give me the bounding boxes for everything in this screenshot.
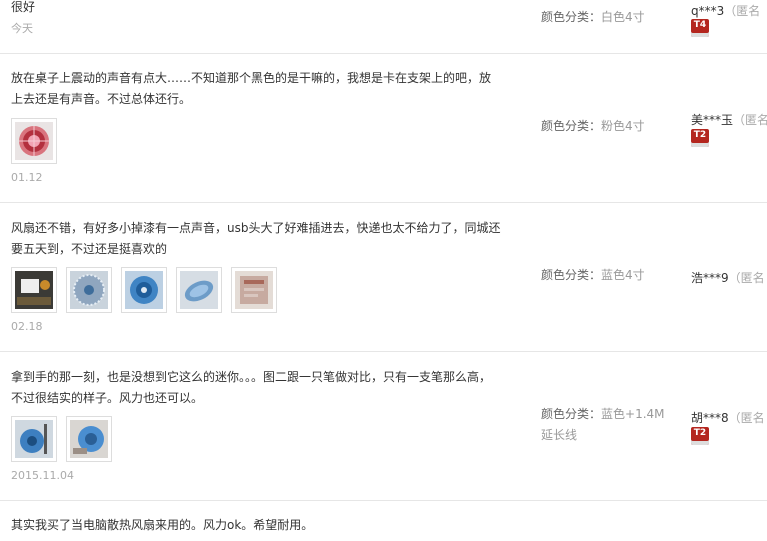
anon-label: （匿名 [728,271,765,285]
review-item: 风扇还不错，有好多小掉漆有一点声音，usb头大了好难插进去，快递也太不给力了，同… [0,202,767,352]
dark-desk-photo [15,271,53,309]
sku-label: 颜色分类： [541,119,602,133]
review-photo-thumb[interactable] [66,267,112,313]
reviewer-name: 浩***9（匿名 [691,269,765,286]
anon-label: （匿名 [728,411,765,425]
review-content: 很好 [11,0,36,14]
sku-value: 白色4寸 [601,10,645,24]
review-item: 放在桌子上震动的声音有点大……不知道那个黑色的是干嘛的，我想是卡在支架上的吧，放… [0,53,767,203]
review-content: 其实我买了当电脑散热风扇来用的。风力ok。希望耐用。 [11,518,314,532]
blue-fan-pen-photo [15,420,53,458]
user-name: 美***玉 [691,113,734,127]
sku-label: 颜色分类： [541,10,602,24]
pink-fan-photo [15,122,53,160]
sku-label: 颜色分类： [541,268,602,282]
review-photo-thumb[interactable] [231,267,277,313]
anon-label: （匿名 [733,113,767,127]
sku-value: 蓝色4寸 [601,268,645,282]
reviewer-name: q***3（匿名 [691,2,760,19]
review-content: 风扇还不错，有好多小掉漆有一点声音，usb头大了好难插进去，快递也太不给力了，同… [11,221,501,256]
reviewer-name: 胡***8（匿名 [691,409,765,426]
fan-grill-photo [70,271,108,309]
review-content: 放在桌子上震动的声音有点大……不知道那个黑色的是干嘛的，我想是卡在支架上的吧，放… [11,71,492,106]
fan-side-photo [180,271,218,309]
sku-info: 颜色分类：粉色4寸 [541,116,676,137]
review-item: 很好 今天 颜色分类：白色4寸 q***3（匿名 T4 [0,0,767,54]
review-date: 01.12 [11,171,43,184]
level-badge-icon: T2 [691,129,709,147]
level-badge-icon: T2 [691,427,709,445]
sku-info: 颜色分类：蓝色+1.4M延长线 [541,404,676,446]
review-photo-thumb[interactable] [121,267,167,313]
review-photos [11,118,57,164]
review-date: 2015.11.04 [11,469,74,482]
review-photos [11,416,112,462]
review-item: 拿到手的那一刻，也是没想到它这么的迷你。。。图二跟一只笔做对比，只有一支笔那么高… [0,351,767,501]
user-name: 胡***8 [691,411,729,425]
level-badge-icon: T4 [691,19,709,37]
review-photo-thumb[interactable] [66,416,112,462]
review-photo-thumb[interactable] [176,267,222,313]
sku-info: 颜色分类：蓝色4寸 [541,265,676,286]
fan-blue-photo [125,271,163,309]
user-name: 浩***9 [691,271,729,285]
user-name: q***3 [691,4,725,18]
review-photo-thumb[interactable] [11,267,57,313]
review-item: 其实我买了当电脑散热风扇来用的。风力ok。希望耐用。 [0,500,767,541]
review-date: 02.18 [11,320,43,333]
reviewer-name: 美***玉（匿名 [691,111,767,128]
review-photo-thumb[interactable] [11,118,57,164]
sku-info: 颜色分类：白色4寸 [541,7,676,28]
blue-fan-photo [70,420,108,458]
box-photo [235,271,273,309]
sku-label: 颜色分类： [541,407,602,421]
review-content: 拿到手的那一刻，也是没想到它这么的迷你。。。图二跟一只笔做对比，只有一支笔那么高… [11,370,492,405]
sku-value: 粉色4寸 [601,119,645,133]
review-date: 今天 [11,22,33,35]
anon-label: （匿名 [724,4,761,18]
review-photo-thumb[interactable] [11,416,57,462]
review-photos [11,267,277,313]
